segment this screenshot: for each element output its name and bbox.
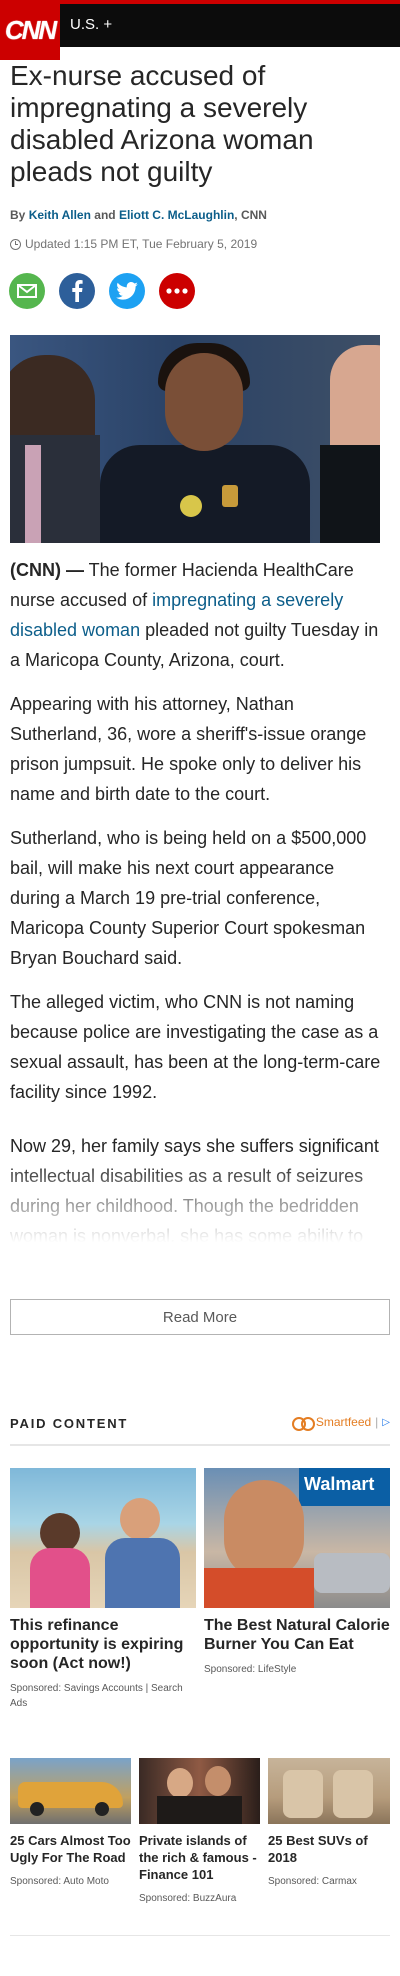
paragraph-3: Sutherland, who is being held on a $500,…	[10, 828, 367, 968]
clock-icon	[10, 238, 21, 250]
byline-prefix: By	[10, 208, 26, 222]
paid-card-5[interactable]: 25 Best SUVs of 2018 Sponsored: Carmax	[268, 1758, 390, 1889]
image-lei-a	[30, 1548, 90, 1608]
share-facebook-button[interactable]	[59, 273, 95, 309]
byline: By Keith Allen and Eliott C. McLaughlin,…	[10, 208, 267, 222]
paid-card-sponsor: Sponsored: LifeStyle	[204, 1664, 297, 1675]
byline-outlet: , CNN	[234, 208, 267, 222]
paid-card-4[interactable]: Private islands of the rich & famous - F…	[139, 1758, 260, 1906]
paid-card-3[interactable]: 25 Cars Almost Too Ugly For The Road Spo…	[10, 1758, 131, 1889]
paid-card-title[interactable]: This refinance opportunity is expiring s…	[10, 1616, 196, 1673]
image-store-sign-text: Walmart	[304, 1474, 375, 1494]
facebook-icon	[72, 280, 83, 302]
updated-text: Updated 1:15 PM ET, Tue February 5, 2019	[25, 237, 258, 251]
read-more-button[interactable]: Read More	[10, 1299, 390, 1335]
photo-badge	[222, 485, 238, 507]
paid-card-title[interactable]: The Best Natural Calorie Burner You Can …	[204, 1616, 390, 1654]
top-nav-bar: CNN U.S. +	[0, 0, 400, 60]
image-wheel-rear	[95, 1802, 109, 1816]
photo-tie	[25, 445, 41, 543]
image-seat-a	[283, 1770, 323, 1818]
paid-card-title[interactable]: 25 Best SUVs of 2018	[268, 1832, 390, 1866]
paid-card-title[interactable]: 25 Cars Almost Too Ugly For The Road	[10, 1832, 131, 1866]
cnn-logo[interactable]: CNN	[0, 0, 60, 60]
paid-card-sponsor: Sponsored: Carmax	[268, 1876, 357, 1887]
image-face	[224, 1480, 304, 1580]
paid-card-sponsor: Sponsored: Auto Moto	[10, 1876, 109, 1887]
paragraph-2: Appearing with his attorney, Nathan Suth…	[10, 694, 367, 804]
author-link-keith-allen[interactable]: Keith Allen	[29, 208, 91, 222]
updated-timestamp: Updated 1:15 PM ET, Tue February 5, 2019	[10, 237, 257, 251]
photo-suit-left	[10, 435, 100, 543]
photo-suit-right	[320, 445, 380, 543]
twitter-icon	[116, 282, 138, 300]
read-more-fade	[0, 1160, 400, 1270]
more-icon	[166, 288, 188, 294]
paragraph-4: The alleged victim, who CNN is not namin…	[10, 992, 381, 1102]
share-more-button[interactable]	[159, 273, 195, 309]
image-shirt	[204, 1568, 314, 1608]
paid-card-1[interactable]: This refinance opportunity is expiring s…	[10, 1468, 196, 1711]
adchoices-icon[interactable]: ▷	[382, 1417, 390, 1428]
email-icon	[17, 284, 37, 298]
photo-uniform	[100, 445, 310, 543]
bottom-divider	[10, 1935, 390, 1936]
paid-card-2[interactable]: Walmart The Best Natural Calorie Burner …	[204, 1468, 390, 1677]
dateline: (CNN) —	[10, 560, 84, 580]
paid-card-sponsor: Sponsored: Savings Accounts | Search Ads	[10, 1683, 183, 1709]
image-wheel-front	[30, 1802, 44, 1816]
paid-content-title: PAID CONTENT	[10, 1416, 129, 1431]
image-person-a	[40, 1513, 80, 1553]
photo-microphone	[180, 495, 202, 517]
image-person-a	[167, 1768, 193, 1798]
image-person-b	[205, 1766, 231, 1796]
share-email-button[interactable]	[9, 273, 45, 309]
paid-card-title[interactable]: Private islands of the rich & famous - F…	[139, 1832, 260, 1883]
paid-card-image	[268, 1758, 390, 1824]
paragraph-1: (CNN) — The former Hacienda HealthCare n…	[10, 555, 388, 675]
article-headline: Ex-nurse accused of impregnating a sever…	[10, 60, 314, 187]
article-lead-photo[interactable]	[10, 335, 380, 543]
section-label-us[interactable]: U.S. +	[70, 16, 112, 33]
author-link-eliott-mclaughlin[interactable]: Eliott C. McLaughlin	[119, 208, 234, 222]
paid-content-header: PAID CONTENT Smartfeed | ▷	[10, 1415, 390, 1446]
smartfeed-label: Smartfeed	[315, 1415, 372, 1429]
image-shirt-b	[105, 1538, 180, 1608]
logo-text: CNN	[4, 14, 57, 45]
image-person-b	[120, 1498, 160, 1540]
image-clothing	[157, 1796, 242, 1824]
paid-card-sponsor: Sponsored: BuzzAura	[139, 1893, 237, 1904]
article-body: (CNN) — The former Hacienda HealthCare n…	[10, 555, 388, 1265]
paid-card-image	[139, 1758, 260, 1824]
smartfeed-attribution[interactable]: Smartfeed | ▷	[291, 1415, 390, 1431]
paid-card-image	[10, 1468, 196, 1608]
share-twitter-button[interactable]	[109, 273, 145, 309]
paid-card-image: Walmart	[204, 1468, 390, 1608]
paid-card-image	[10, 1758, 131, 1824]
smartfeed-logo-icon	[291, 1417, 315, 1431]
image-seat-b	[333, 1770, 373, 1818]
image-car	[314, 1553, 390, 1593]
byline-and: and	[94, 208, 116, 222]
smartfeed-separator: |	[375, 1415, 379, 1429]
photo-person-center	[165, 353, 243, 451]
